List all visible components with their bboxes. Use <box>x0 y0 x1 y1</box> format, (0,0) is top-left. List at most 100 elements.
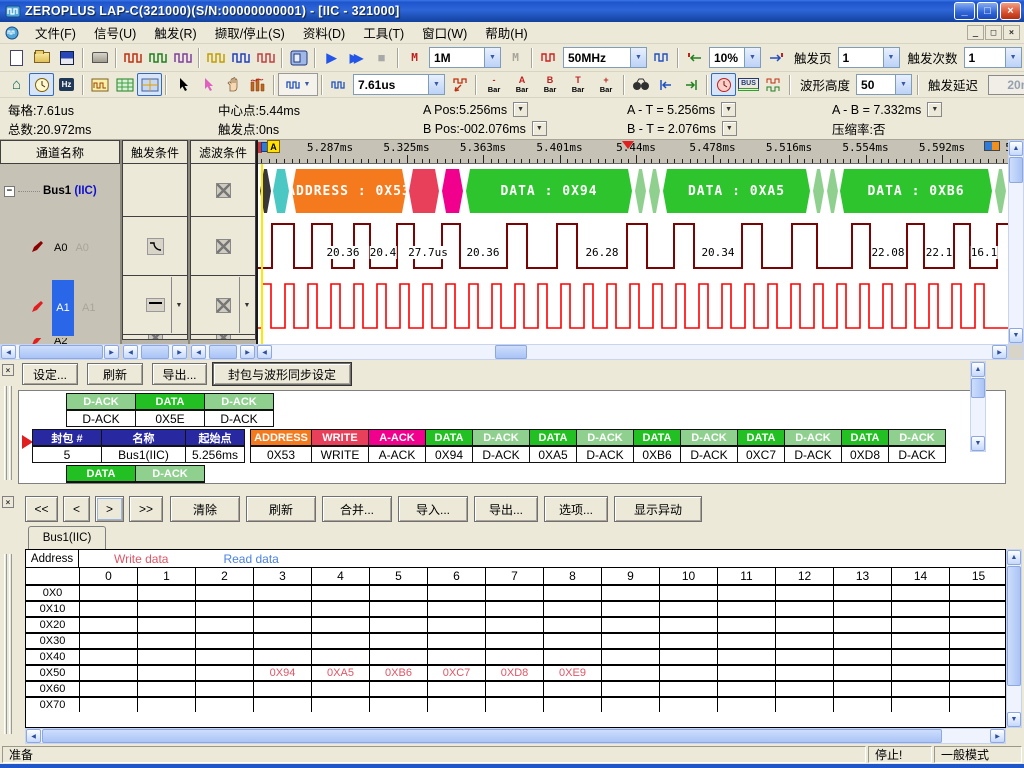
sample-rate-combo[interactable]: 50MHz▼ <box>563 47 647 68</box>
info-drop-button[interactable]: ▼ <box>722 121 737 136</box>
scrollbar-thumb[interactable] <box>19 345 103 359</box>
scrollbar-thumb[interactable] <box>495 345 527 359</box>
menu-item-2[interactable]: 信号(U) <box>85 25 145 43</box>
hand-tool-icon[interactable] <box>220 73 245 96</box>
menu-item-3[interactable]: 触发(R) <box>145 25 205 43</box>
scroll-right-icon[interactable]: ▶ <box>990 729 1005 743</box>
restore-button[interactable]: □ <box>977 2 998 20</box>
scroll-right-icon[interactable]: ▶ <box>172 345 187 359</box>
statistics-icon[interactable] <box>245 73 270 96</box>
scroll-left-icon[interactable]: ◀ <box>26 729 41 743</box>
wave-height-combo-arrow[interactable]: ▼ <box>895 75 911 94</box>
table-horizontal-scrollbar[interactable]: ◀ ▶ <box>25 728 1006 744</box>
packet-sync-button[interactable]: 封包与波形同步设定 <box>213 363 351 385</box>
show-changes-button[interactable]: 显示异动 <box>614 496 702 522</box>
zoom-scale-combo[interactable]: 7.61us▼ <box>353 74 445 95</box>
memory-depth-icon[interactable]: M <box>402 46 427 69</box>
doc-close-icon[interactable]: × <box>1003 25 1020 40</box>
scroll-left-icon[interactable]: ◀ <box>123 345 138 359</box>
packet-vertical-scrollbar[interactable]: ▲ ▼ <box>970 361 986 452</box>
tab-bus1-iic[interactable]: Bus1(IIC) <box>28 526 106 549</box>
h-scrollbar-2[interactable]: ◀▶ <box>122 344 188 360</box>
filter-cell-a2[interactable] <box>190 334 256 340</box>
waveform-mode-combo[interactable]: ▼ <box>278 73 318 96</box>
trigger-width-icon[interactable] <box>253 46 278 69</box>
scrollbar-thumb[interactable] <box>141 345 169 359</box>
trigger-level-combo[interactable]: 10%▼ <box>709 47 761 68</box>
wave-height-combo[interactable]: 50▼ <box>856 74 912 95</box>
waveform-capture-icon[interactable] <box>120 46 145 69</box>
trigger-mark-icon[interactable] <box>203 46 228 69</box>
waveform-window-icon[interactable] <box>87 73 112 96</box>
trigger-cell-a2[interactable] <box>122 334 188 340</box>
channel-row-a0[interactable]: A0 A0 <box>0 218 120 278</box>
run-button[interactable]: ▶ <box>319 46 344 69</box>
trigger-cell-a0[interactable] <box>122 216 188 276</box>
add-bar-button[interactable]: +Bar <box>592 73 620 96</box>
menu-item-8[interactable]: 帮助(H) <box>476 25 536 43</box>
scroll-left-icon[interactable]: ◀ <box>1 345 16 359</box>
scroll-right-icon[interactable]: ▶ <box>992 345 1007 359</box>
goto-left-icon[interactable] <box>653 73 678 96</box>
scroll-up-icon[interactable]: ▲ <box>1009 141 1023 156</box>
sample-rate-red-icon[interactable] <box>536 46 561 69</box>
info-drop-button[interactable]: ▼ <box>513 102 528 117</box>
listing-window-icon[interactable] <box>112 73 137 96</box>
menu-item-6[interactable]: 工具(T) <box>354 25 413 43</box>
stop-button[interactable]: ■ <box>369 46 394 69</box>
scrollbar-thumb[interactable] <box>1009 157 1023 183</box>
trigger-count-combo[interactable]: 1▼ <box>964 47 1022 68</box>
open-file-icon[interactable] <box>29 46 54 69</box>
minimize-button[interactable]: _ <box>954 2 975 20</box>
frequency-icon[interactable]: Hz <box>54 73 79 96</box>
noise-filter-icon[interactable] <box>761 73 786 96</box>
trigger-level-combo-arrow[interactable]: ▼ <box>744 48 760 67</box>
scroll-down-icon[interactable]: ▼ <box>1009 328 1023 343</box>
b-bar-button[interactable]: BBar <box>536 73 564 96</box>
sample-rate-blue-icon[interactable] <box>649 46 674 69</box>
close-button[interactable]: × <box>1000 2 1021 20</box>
info-drop-button[interactable]: ▼ <box>927 102 942 117</box>
filter-cell-a1[interactable]: ▼ <box>190 275 256 335</box>
collapse-icon[interactable]: − <box>4 186 15 197</box>
merge-button[interactable]: 合并... <box>322 496 392 522</box>
filter-dropdown-arrow[interactable]: ▼ <box>239 277 254 333</box>
options-button[interactable]: 选项... <box>544 496 608 522</box>
scrollbar-thumb[interactable] <box>971 378 985 398</box>
bus-setup-icon[interactable] <box>286 46 311 69</box>
channel-row-bus1[interactable]: − Bus1 (IIC) <box>0 164 120 218</box>
doc-minimize-icon[interactable]: _ <box>967 25 984 40</box>
packet-settings-button[interactable]: 设定... <box>22 363 78 385</box>
t-bar-button[interactable]: TBar <box>564 73 592 96</box>
scroll-up-icon[interactable]: ▲ <box>1007 550 1021 565</box>
a-bar-marker[interactable]: A <box>267 140 280 153</box>
channel-label-selected[interactable]: A1 <box>52 280 74 336</box>
multi-cursor-icon[interactable] <box>195 73 220 96</box>
info-drop-button[interactable]: ▼ <box>721 102 736 117</box>
nav-panel-close-icon[interactable]: × <box>2 496 14 508</box>
scroll-down-icon[interactable]: ▼ <box>971 436 985 451</box>
new-file-icon[interactable] <box>4 46 29 69</box>
import-button[interactable]: 导入... <box>398 496 468 522</box>
zoom-scale-combo-arrow[interactable]: ▼ <box>428 75 444 94</box>
doc-restore-icon[interactable]: □ <box>985 25 1002 40</box>
navigator-window-icon[interactable] <box>137 73 162 96</box>
scrollbar-thumb[interactable] <box>42 729 942 743</box>
h-scrollbar-3[interactable]: ◀▶ <box>190 344 256 360</box>
clear-button[interactable]: 清除 <box>170 496 240 522</box>
filter-cell-a0[interactable] <box>190 216 256 276</box>
scroll-left-icon[interactable]: ◀ <box>191 345 206 359</box>
clock-icon[interactable] <box>29 73 54 96</box>
a-bar-button[interactable]: ABar <box>508 73 536 96</box>
menu-item-4[interactable]: 撷取/停止(S) <box>206 25 294 43</box>
minus-bar-button[interactable]: -Bar <box>480 73 508 96</box>
repeat-run-button[interactable]: ▶▶ <box>344 46 369 69</box>
menu-item-1[interactable]: 文件(F) <box>26 25 85 43</box>
sample-rate-combo-arrow[interactable]: ▼ <box>630 48 646 67</box>
goto-right-icon[interactable] <box>678 73 703 96</box>
filter-cell-bus1[interactable] <box>190 163 256 217</box>
trigger-dropdown-arrow[interactable]: ▼ <box>171 277 186 333</box>
home-icon[interactable]: ⌂ <box>4 73 29 96</box>
table-vertical-scrollbar[interactable]: ▲ ▼ <box>1006 549 1022 728</box>
save-file-icon[interactable] <box>54 46 79 69</box>
